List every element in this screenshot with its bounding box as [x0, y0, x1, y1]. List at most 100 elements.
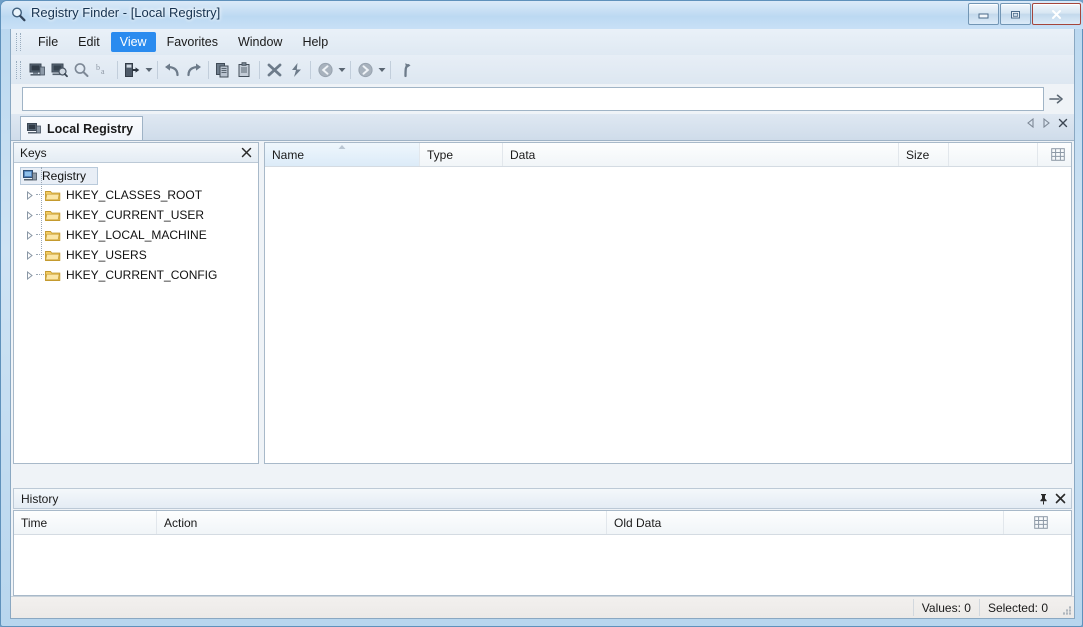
column-header-size[interactable]: Size [899, 143, 949, 166]
tab-navigation [1026, 118, 1068, 128]
menu-edit[interactable]: Edit [69, 32, 109, 52]
menubar-grip[interactable] [16, 33, 21, 51]
tab-prev-icon[interactable] [1026, 118, 1035, 128]
go-arrow-icon[interactable] [1046, 89, 1066, 109]
magnifier-icon [10, 6, 27, 23]
column-chooser-icon[interactable] [1004, 511, 1071, 534]
up-icon[interactable] [394, 59, 416, 81]
keys-panel-title: Keys [20, 145, 47, 160]
registry-tree[interactable]: Registry HKEY_CLASSES_ROOT HKEY_CURRENT_… [14, 163, 258, 285]
chevron-right-icon[interactable] [24, 190, 36, 200]
forward-dropdown-icon[interactable] [376, 59, 387, 81]
column-header-label: Time [21, 515, 48, 530]
pin-icon[interactable] [1039, 493, 1048, 505]
address-bar[interactable] [22, 87, 1044, 111]
column-header-label: Type [427, 147, 454, 162]
copy-icon[interactable] [212, 59, 234, 81]
window-title: Registry Finder - [Local Registry] [31, 5, 221, 20]
toolbar-grip[interactable] [16, 60, 21, 79]
menu-view[interactable]: View [110, 32, 156, 52]
history-panel-header: History [13, 488, 1072, 509]
chevron-right-icon[interactable] [24, 230, 36, 240]
back-dropdown-icon[interactable] [336, 59, 347, 81]
minimize-button[interactable] [968, 3, 999, 25]
values-list-view[interactable]: Name Type Data Size [264, 142, 1072, 464]
chevron-right-icon[interactable] [24, 210, 36, 220]
keys-panel-close-icon[interactable] [239, 147, 254, 158]
tree-item-hkey-classes-root[interactable]: HKEY_CLASSES_ROOT [18, 185, 258, 205]
toolbar-separator [117, 60, 118, 79]
svg-text:a: a [101, 67, 105, 76]
search-icon[interactable] [70, 59, 92, 81]
tree-item-registry[interactable]: Registry [20, 167, 98, 185]
history-panel-close-icon[interactable] [1055, 493, 1066, 504]
folder-icon [45, 229, 61, 242]
column-header-filler[interactable] [949, 143, 1038, 166]
toolbar-separator [259, 60, 260, 79]
menu-favorites[interactable]: Favorites [158, 32, 227, 52]
column-header-label: Size [906, 147, 930, 162]
toolbar: b a [11, 55, 1074, 85]
tree-item-label: HKEY_LOCAL_MACHINE [66, 228, 207, 242]
column-header-action[interactable]: Action [157, 511, 607, 534]
menu-window[interactable]: Window [229, 32, 291, 52]
column-header-name[interactable]: Name [265, 143, 420, 166]
tab-next-icon[interactable] [1042, 118, 1051, 128]
redo-icon[interactable] [183, 59, 205, 81]
menu-file[interactable]: File [29, 32, 67, 52]
resize-grip[interactable] [1056, 599, 1074, 616]
close-button[interactable] [1032, 3, 1081, 25]
tab-close-icon[interactable] [1058, 118, 1068, 128]
window-controls [967, 3, 1081, 25]
column-header-old-data[interactable]: Old Data [607, 511, 1004, 534]
forward-icon[interactable] [354, 59, 376, 81]
column-header-label: Action [164, 515, 198, 530]
find-computer-icon[interactable] [48, 59, 70, 81]
history-list-view[interactable]: Time Action Old Data [13, 510, 1072, 596]
tab-local-registry[interactable]: Local Registry [20, 116, 144, 140]
address-bar-area [11, 84, 1074, 114]
column-header-label: Data [510, 147, 536, 162]
rename-icon[interactable]: b a [92, 59, 114, 81]
menubar: File Edit View Favorites Window Help [11, 29, 1074, 56]
computer-icon[interactable] [26, 59, 48, 81]
column-header-data[interactable]: Data [503, 143, 899, 166]
tab-strip: Local Registry [11, 114, 1074, 141]
history-panel-tools [1039, 493, 1066, 505]
tree-item-label: HKEY_CURRENT_CONFIG [66, 268, 218, 282]
column-chooser-icon[interactable] [1038, 143, 1071, 166]
tree-item-hkey-current-config[interactable]: HKEY_CURRENT_CONFIG [18, 265, 258, 285]
column-header-time[interactable]: Time [14, 511, 157, 534]
tree-item-hkey-local-machine[interactable]: HKEY_LOCAL_MACHINE [18, 225, 258, 245]
toolbar-separator [157, 60, 158, 79]
toolbar-separator [350, 60, 351, 79]
menu-help[interactable]: Help [293, 32, 337, 52]
tree-item-hkey-current-user[interactable]: HKEY_CURRENT_USER [18, 205, 258, 225]
keys-panel-header: Keys [14, 143, 258, 163]
tree-connector [36, 234, 44, 236]
main-body: Keys Registry HKEY_CLASSES_ROOT HKEY_CUR… [11, 140, 1074, 488]
tree-item-label: HKEY_CLASSES_ROOT [66, 188, 203, 202]
back-icon[interactable] [314, 59, 336, 81]
chevron-right-icon[interactable] [24, 250, 36, 260]
column-header-label: Old Data [614, 515, 662, 530]
export-icon[interactable] [121, 59, 143, 81]
column-header-type[interactable]: Type [420, 143, 503, 166]
restore-button[interactable] [1000, 3, 1031, 25]
folder-icon [45, 189, 61, 202]
export-dropdown-icon[interactable] [143, 59, 154, 81]
folder-icon [45, 249, 61, 262]
address-input[interactable] [23, 88, 1043, 110]
undo-icon[interactable] [161, 59, 183, 81]
paste-icon[interactable] [234, 59, 256, 81]
refresh-icon[interactable] [285, 59, 307, 81]
svg-text:b: b [96, 63, 100, 72]
statusbar: Values: 0 Selected: 0 [11, 596, 1074, 618]
folder-icon [45, 209, 61, 222]
delete-icon[interactable] [263, 59, 285, 81]
status-values-count: Values: 0 [912, 599, 979, 616]
toolbar-separator [310, 60, 311, 79]
tree-item-label: HKEY_USERS [66, 248, 147, 262]
tree-item-hkey-users[interactable]: HKEY_USERS [18, 245, 258, 265]
chevron-right-icon[interactable] [24, 270, 36, 280]
